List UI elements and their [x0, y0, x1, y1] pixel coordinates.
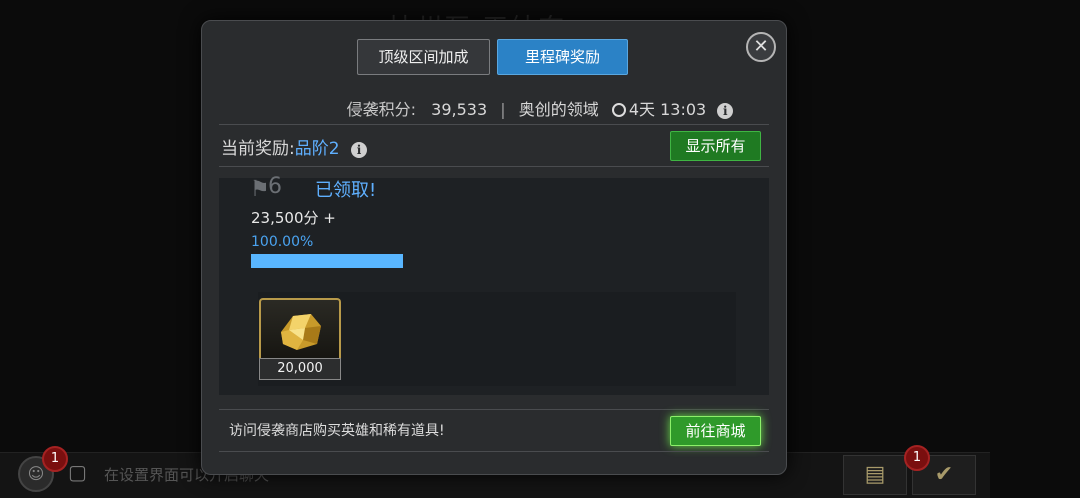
go-to-store-button[interactable]: 前往商城 — [670, 416, 761, 446]
divider — [219, 409, 769, 410]
divider — [219, 166, 769, 167]
item-quantity: 20,000 — [259, 358, 341, 380]
time-remaining: 4天 13:03 — [628, 100, 707, 119]
score-separator: | — [500, 100, 506, 119]
divider — [219, 124, 769, 125]
current-reward: 当前奖励:品阶2 i — [221, 134, 367, 159]
score-row: 侵袭积分: 39,533 | 奥创的领域 4天 13:03 i — [0, 96, 1080, 120]
claimed-status: 已领取! — [315, 180, 377, 201]
info-icon[interactable]: i — [717, 103, 734, 119]
right-notification-badge: 1 — [904, 445, 930, 471]
score-value: 39,533 — [431, 100, 488, 119]
show-all-button[interactable]: 显示所有 — [670, 131, 761, 161]
milestone-points: 23,500分 + — [251, 209, 336, 227]
quest-scroll-button[interactable]: ▤ — [843, 455, 907, 495]
divider — [219, 451, 769, 452]
score-label: 侵袭积分: — [346, 100, 417, 119]
tab-milestone-rewards[interactable]: 里程碑奖励 — [497, 39, 628, 75]
shop-promo-text: 访问侵袭商店购买英雄和稀有道具! — [229, 423, 445, 439]
tab-top-tier-bonus[interactable]: 顶级区间加成 — [357, 39, 490, 75]
reward-tier: 品阶2 — [294, 139, 340, 159]
progress-percent: 100.00% — [251, 234, 314, 250]
reward-item[interactable] — [259, 298, 341, 362]
progress-bar — [251, 254, 403, 268]
progress-fill — [251, 254, 403, 268]
close-icon[interactable]: ✕ — [746, 32, 776, 62]
tier-info-icon[interactable]: i — [350, 142, 367, 158]
team-notification-badge: 1 — [42, 446, 68, 472]
gold-icon — [281, 314, 321, 350]
chat-icon[interactable]: ▢ — [68, 460, 87, 484]
stopwatch-icon — [611, 103, 626, 117]
flag-icon: ⚑ — [250, 177, 270, 202]
realm-name: 奥创的领域 — [518, 100, 599, 119]
current-reward-label: 当前奖励: — [221, 139, 295, 159]
milestone-number: 6 — [268, 174, 282, 199]
